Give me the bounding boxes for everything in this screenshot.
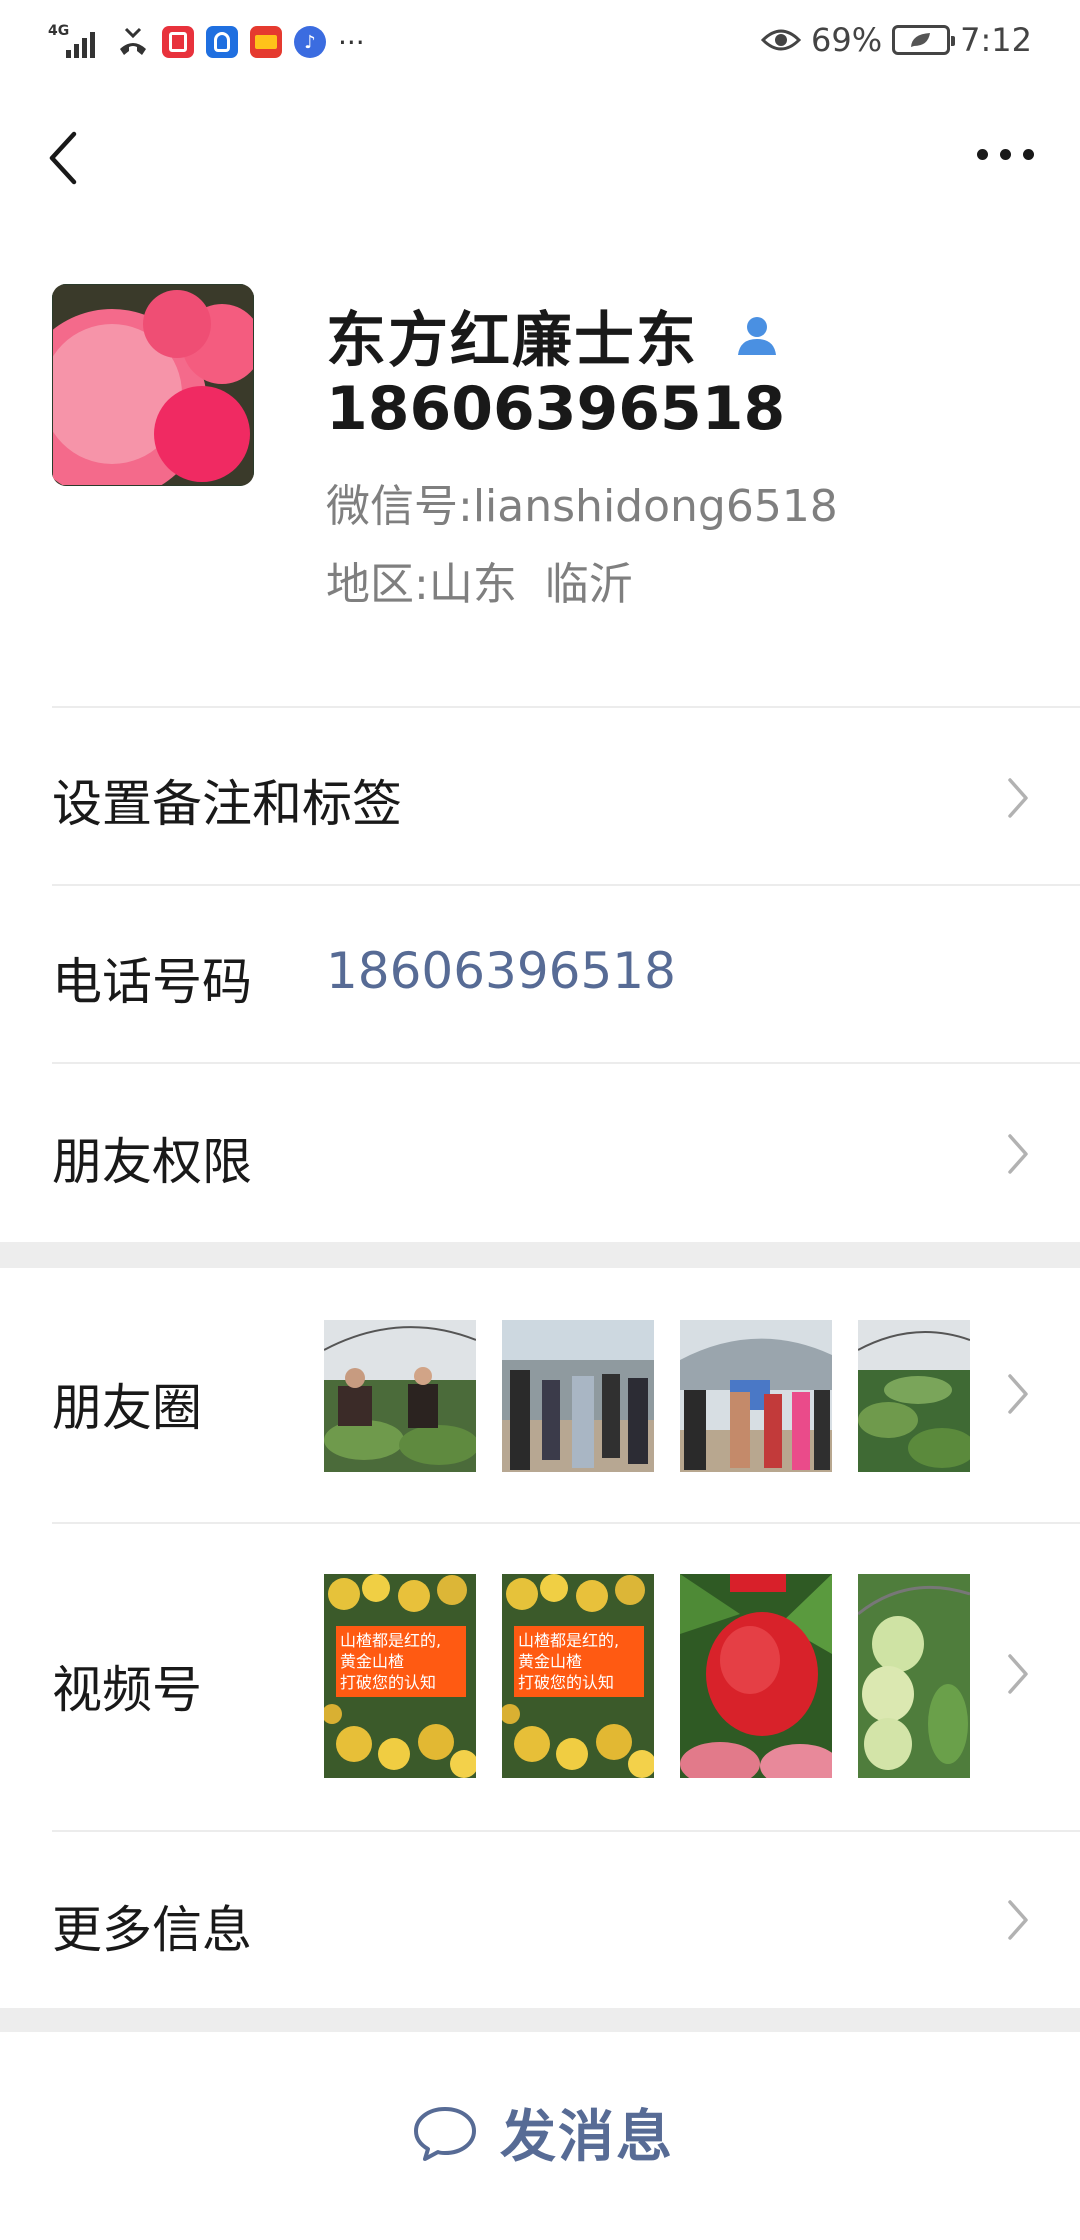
send-message-button[interactable]: 发消息 [412,2092,674,2173]
contact-person-icon [738,316,776,355]
avatar[interactable] [52,284,254,486]
chevron-right-icon [1008,1900,1028,1940]
channels-thumbnail: 山楂都是红的, 黄金山楂 打破您的认知 [502,1574,654,1778]
channels-thumbnail: 山楂都是红的, 黄金山楂 打破您的认知 [324,1574,476,1778]
clock: 7:12 [960,21,1032,59]
status-bar: 4G ♪ ··· 69% 7:12 [0,0,1080,82]
send-message-bar: 发消息 [0,2032,1080,2240]
chat-bubble-icon [414,2106,476,2161]
friend-permission-label: 朋友权限 [52,1133,252,1191]
top-bar [0,100,1080,210]
more-info-row[interactable]: 更多信息 [0,1832,1080,2008]
bulb-app-icon [206,26,238,58]
contact-phone-title: 18606396518 [326,374,786,444]
phone-label: 电话号码 [52,953,252,1011]
moments-thumbnail [680,1320,832,1472]
missed-call-icon [120,27,146,55]
name-row: 东方红廉士东 [326,292,782,379]
moments-thumbnail [858,1320,970,1472]
signal-icon: 4G [48,24,104,60]
channels-row[interactable]: 视频号 山楂都是红的, 黄金山楂 打破您的认知 山楂都是红的, 黄金山楂 打破您… [0,1524,1080,1830]
moments-row[interactable]: 朋友圈 [0,1268,1080,1522]
region-value: 山东 临沂 [428,559,633,610]
more-dots-icon[interactable] [970,134,1040,174]
moments-thumbnails [324,1320,970,1472]
send-message-label: 发消息 [500,2105,674,2170]
remark-tag-row[interactable]: 设置备注和标签 [0,708,1080,884]
remark-tag-label: 设置备注和标签 [52,775,402,833]
channels-overlay-text: 山楂都是红的, 黄金山楂 打破您的认知 [514,1626,644,1697]
eye-icon [761,29,802,51]
chevron-right-icon [1008,1654,1028,1694]
more-info-label: 更多信息 [52,1901,252,1959]
battery-icon [892,25,956,55]
music-app-icon: ♪ [294,26,326,58]
profile-card: 东方红廉士东 18606396518 微信号:lianshidong6518 地… [0,270,1080,710]
channels-thumbnail [680,1574,832,1778]
channels-overlay-text: 山楂都是红的, 黄金山楂 打破您的认知 [336,1626,466,1697]
wechat-id-label: 微信号: [326,481,473,532]
phone-row[interactable]: 电话号码 18606396518 [0,886,1080,1062]
wechat-id-value: lianshidong6518 [472,481,838,532]
status-left: 4G ♪ ··· [48,22,365,62]
moments-thumbnail [502,1320,654,1472]
section-gap [0,1242,1080,1268]
reader-app-icon [162,26,194,58]
status-right: 69% 7:12 [761,20,1032,60]
region-line: 地区:山东 临沂 [326,548,633,612]
chevron-right-icon [1008,778,1028,818]
channels-thumbnail [858,1574,970,1778]
moments-label: 朋友圈 [52,1379,202,1437]
contact-name: 东方红廉士东 [326,306,698,376]
battery-percent: 69% [811,21,883,59]
phone-number-link[interactable]: 18606396518 [326,942,676,1000]
friend-permission-row[interactable]: 朋友权限 [0,1064,1080,1240]
moments-thumbnail [324,1320,476,1472]
chevron-left-icon[interactable] [44,128,88,188]
section-gap [0,2008,1080,2032]
chevron-right-icon [1008,1374,1028,1414]
region-label: 地区: [326,559,429,610]
wechat-id-line: 微信号:lianshidong6518 [326,470,838,534]
chevron-right-icon [1008,1134,1028,1174]
wallet-app-icon [250,26,282,58]
channels-label: 视频号 [52,1661,202,1719]
status-overflow: ··· [338,25,365,59]
channels-thumbnails: 山楂都是红的, 黄金山楂 打破您的认知 山楂都是红的, 黄金山楂 打破您的认知 [324,1574,970,1778]
